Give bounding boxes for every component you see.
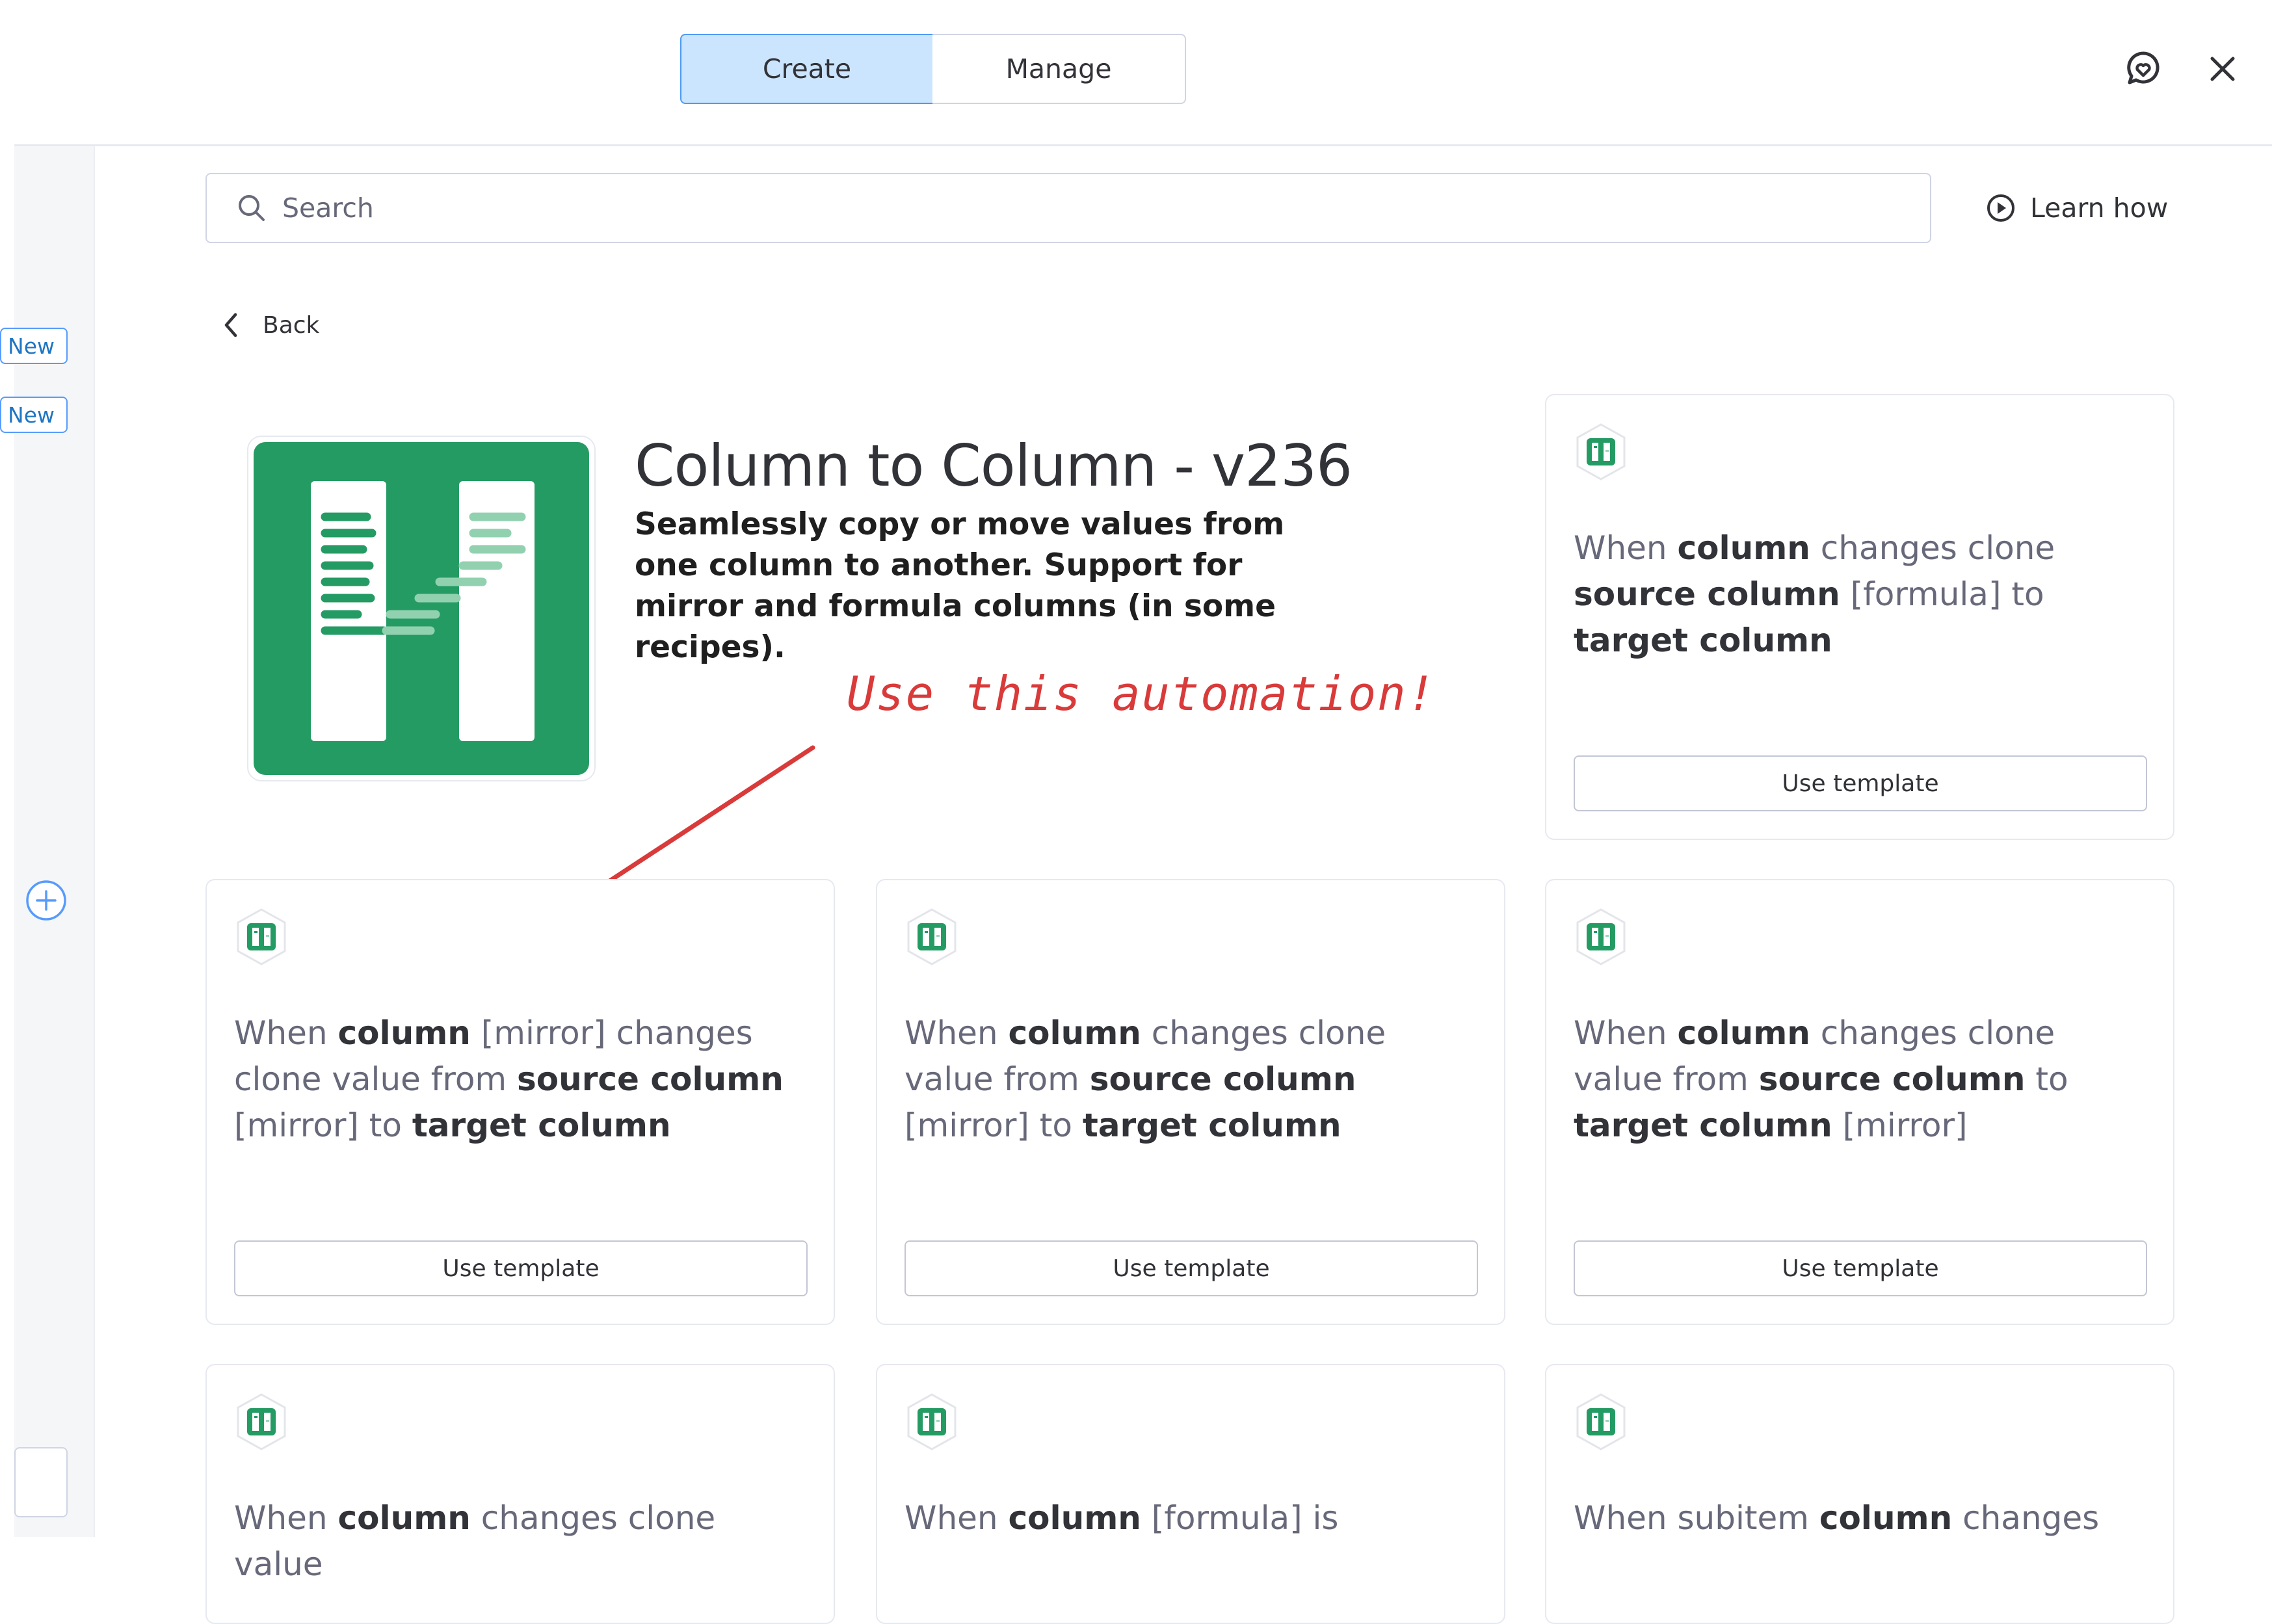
recipe-keyword: column: [337, 1014, 471, 1052]
chat-heart-icon[interactable]: [2122, 48, 2164, 90]
column-app-icon: [905, 1393, 959, 1451]
recipe-keyword: column: [1008, 1499, 1141, 1537]
close-icon[interactable]: [2202, 48, 2243, 90]
learn-how-link[interactable]: Learn how: [1986, 186, 2168, 230]
recipe-keyword: source column: [1089, 1060, 1356, 1098]
plus-circle-icon[interactable]: [25, 879, 68, 922]
search-placeholder: Search: [282, 192, 374, 224]
recipe-text: When column [formula] is: [905, 1499, 1339, 1537]
recipe-keyword: column: [1008, 1014, 1141, 1052]
column-app-icon: [905, 908, 959, 966]
sidebar-input-box[interactable]: [14, 1447, 68, 1517]
use-template-button[interactable]: Use template: [1574, 755, 2147, 811]
column-app-icon: [1574, 908, 1628, 966]
recipe-text: When column changes clone value from sou…: [905, 1014, 1386, 1144]
recipe-keyword: target column: [1574, 622, 1832, 659]
column-app-icon: [1574, 423, 1628, 481]
app-logo: [247, 436, 596, 781]
recipe-keyword: source column: [1758, 1060, 2026, 1098]
recipe-card[interactable]: When column changes clone value from sou…: [1545, 879, 2174, 1325]
recipe-keyword: source column: [1574, 575, 1840, 613]
tab-manage[interactable]: Manage: [932, 34, 1186, 104]
new-badge[interactable]: New: [0, 328, 68, 364]
app-description: Seamlessly copy or move values from one …: [635, 506, 1285, 665]
recipe-keyword: target column: [412, 1107, 671, 1144]
use-template-button[interactable]: Use template: [1574, 1240, 2147, 1296]
recipe-keyword: column: [1677, 1014, 1810, 1052]
annotation-text: Use this automation!: [847, 666, 1436, 721]
recipe-keyword: target column: [1082, 1107, 1341, 1144]
recipe-card[interactable]: When column changes clone value: [205, 1364, 835, 1624]
recipe-text: When column changes clone value: [234, 1499, 716, 1583]
recipe-text: When column [mirror] changes clone value…: [234, 1014, 784, 1144]
use-template-button[interactable]: Use template: [905, 1240, 1478, 1296]
tab-create[interactable]: Create: [680, 34, 934, 104]
search-icon: [237, 193, 267, 223]
recipe-keyword: target column: [1574, 1107, 1832, 1144]
search-input[interactable]: Search: [205, 173, 1931, 243]
recipe-card[interactable]: When column changes clone value from sou…: [876, 879, 1505, 1325]
recipe-keyword: source column: [517, 1060, 784, 1098]
recipe-keyword: column: [1819, 1499, 1953, 1537]
recipe-keyword: column: [337, 1499, 471, 1537]
recipe-card[interactable]: When column [formula] is: [876, 1364, 1505, 1624]
header-divider: [14, 144, 2272, 146]
recipe-text: When subitem column changes: [1574, 1499, 2100, 1537]
back-label: Back: [263, 311, 320, 339]
recipe-card[interactable]: When column [mirror] changes clone value…: [205, 879, 835, 1325]
learn-how-label: Learn how: [2030, 192, 2169, 224]
new-badge[interactable]: New: [0, 397, 68, 433]
recipe-text: When column changes clone source column …: [1574, 529, 2055, 659]
column-app-icon: [234, 1393, 289, 1451]
column-app-icon: [1574, 1393, 1628, 1451]
recipe-keyword: column: [1677, 529, 1810, 567]
chevron-left-icon: [221, 311, 241, 339]
page-title: Column to Column - v236: [635, 432, 1353, 499]
use-template-button[interactable]: Use template: [234, 1240, 808, 1296]
play-circle-icon: [1986, 193, 2016, 223]
column-app-icon: [234, 908, 289, 966]
back-button[interactable]: Back: [221, 306, 319, 345]
recipe-card[interactable]: When subitem column changes: [1545, 1364, 2174, 1624]
recipe-card[interactable]: When column changes clone source column …: [1545, 394, 2174, 840]
recipe-text: When column changes clone value from sou…: [1574, 1014, 2068, 1144]
